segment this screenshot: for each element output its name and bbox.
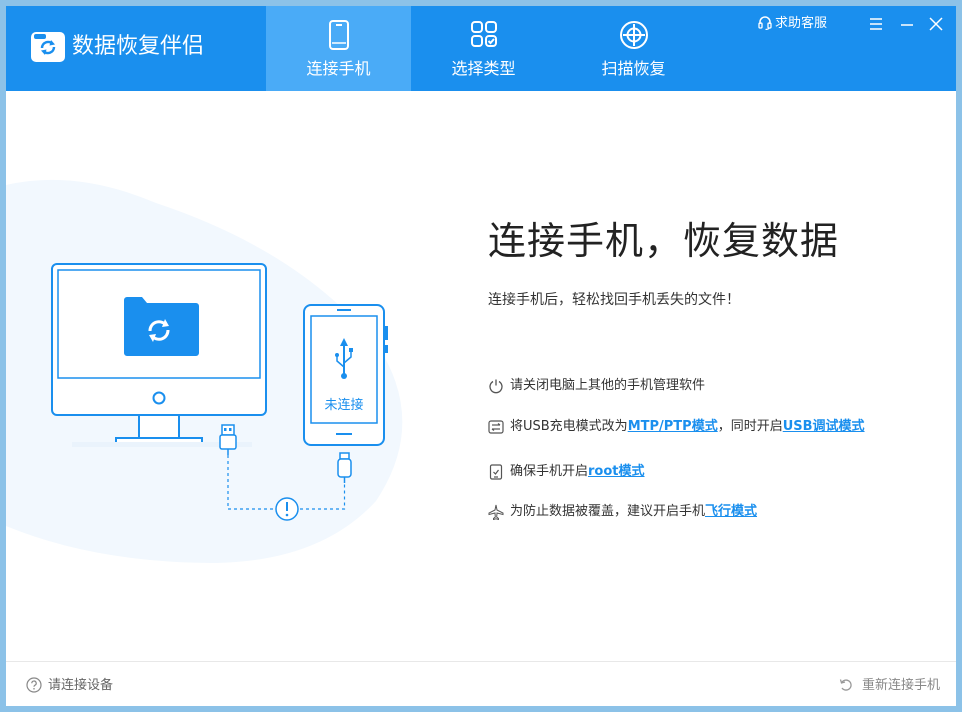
connection-illustration: 未连接 [6,179,403,563]
reconnect-label: 重新连接手机 [861,678,940,693]
refresh-icon [839,679,852,691]
tab-scan-recover[interactable]: 扫描恢复 [561,6,706,91]
title-bar: 数据恢复伴侣 连接手机 选择类型 扫描恢复 求助客服 [6,6,956,91]
tab-label: 连接手机 [306,59,371,78]
minimize-icon[interactable] [898,15,916,33]
grid-icon [470,21,497,47]
root-mode-link[interactable]: root模式 [588,464,645,479]
phone-icon [328,20,349,50]
app-window: 数据恢复伴侣 连接手机 选择类型 扫描恢复 求助客服 未连接 连接手机，恢复数据… [6,6,956,706]
headset-icon [758,16,772,31]
usb-mode-icon [488,420,504,434]
tip-text: 确保手机开启 [510,464,589,479]
app-logo-icon [31,32,65,62]
usb-debug-mode-link[interactable]: USB调试模式 [783,419,865,434]
tab-select-type[interactable]: 选择类型 [411,6,556,91]
tip-text: 为防止数据被覆盖，建议开启手机 [510,504,706,519]
app-title: 数据恢复伴侣 [72,34,205,59]
tab-connect-phone[interactable]: 连接手机 [266,6,411,91]
tab-label: 选择类型 [451,59,516,78]
help-label: 求助客服 [775,16,828,31]
status-bar: 请连接设备 重新连接手机 [6,661,956,706]
tab-label: 扫描恢复 [601,59,666,78]
connection-status: 请连接设备 [26,677,113,695]
folder-sync-icon [122,297,199,356]
crosshair-icon [619,21,648,49]
headline: 连接手机，恢复数据 [488,219,840,263]
tablet-icon [489,464,503,480]
reconnect-phone-button[interactable]: 重新连接手机 [838,677,940,695]
airplane-mode-link[interactable]: 飞行模式 [705,504,757,519]
close-icon[interactable] [927,15,945,33]
help-customer-service-button[interactable]: 求助客服 [758,15,827,33]
warning-icon [275,497,299,521]
tip-text: 请关闭电脑上其他的手机管理软件 [510,378,706,393]
tip-text: ，同时开启 [717,419,783,434]
power-icon [489,379,503,394]
tip-text: 将USB充电模式改为 [510,419,628,434]
subline: 连接手机后，轻松找回手机丢失的文件！ [488,292,740,308]
status-text: 请连接设备 [48,678,114,693]
airplane-icon [488,504,504,520]
menu-icon[interactable] [867,15,885,33]
phone-status-label: 未连接 [324,397,363,413]
main-content: 未连接 连接手机，恢复数据 连接手机后，轻松找回手机丢失的文件！ 请关闭电脑上其… [6,91,956,661]
help-circle-icon [26,677,42,693]
mtp-ptp-mode-link[interactable]: MTP/PTP模式 [628,419,718,434]
